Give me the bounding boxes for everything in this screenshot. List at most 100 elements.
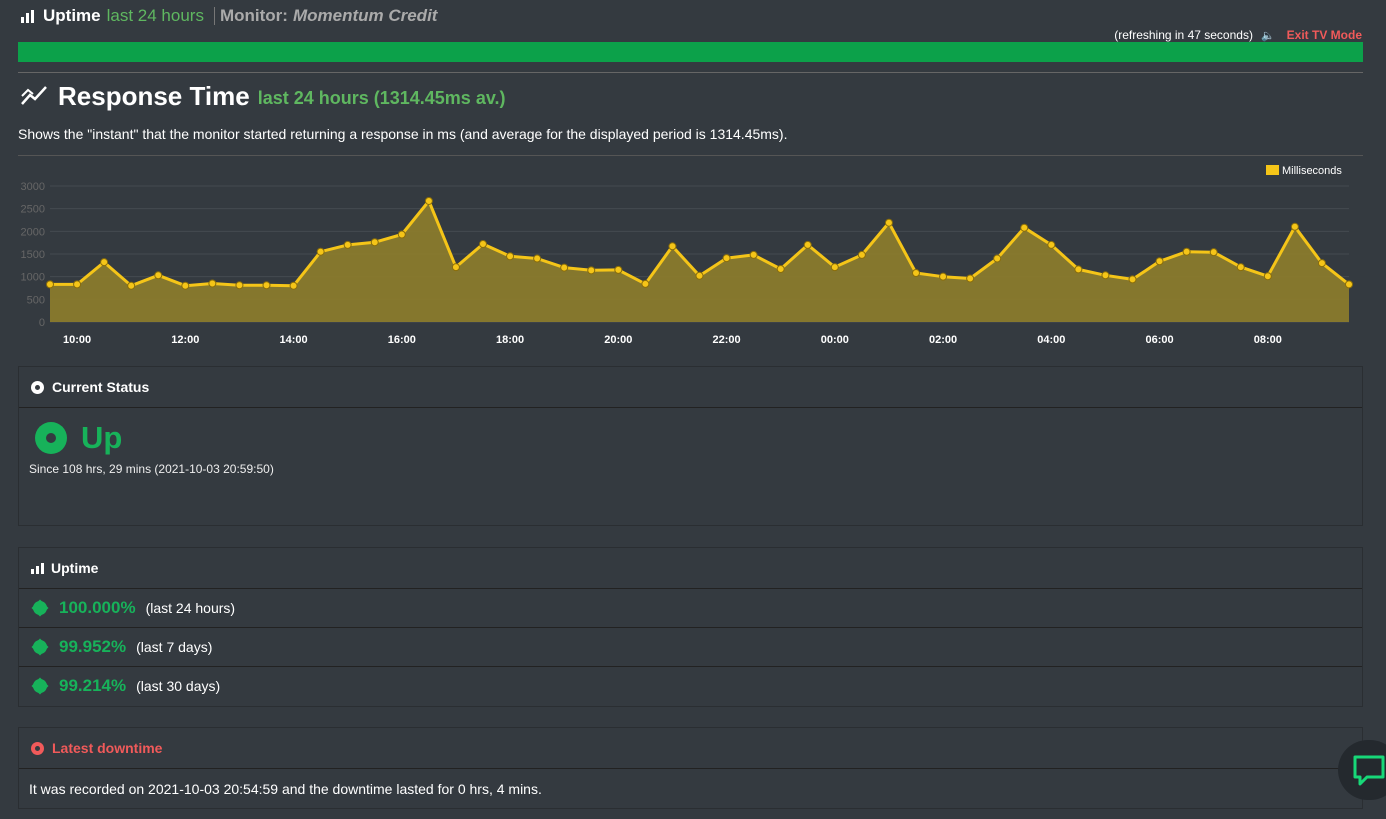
data-point — [1128, 275, 1137, 284]
data-point — [993, 254, 1002, 263]
data-point — [614, 265, 623, 274]
chat-bubble-icon — [1353, 755, 1385, 786]
response-time-title: Response Time — [58, 80, 250, 111]
data-point — [939, 272, 948, 281]
x-tick-label: 00:00 — [821, 334, 849, 346]
data-point — [695, 271, 704, 280]
legend-label: Milliseconds — [1282, 165, 1342, 177]
data-point — [235, 281, 244, 290]
data-point — [424, 196, 433, 205]
y-tick-label: 2000 — [21, 226, 45, 238]
data-point — [1101, 271, 1110, 280]
refresh-area: (refreshing in 47 seconds) 🔈 Exit TV Mod… — [1114, 28, 1362, 42]
x-tick-label: 12:00 — [171, 334, 199, 346]
x-tick-label: 18:00 — [496, 334, 524, 346]
data-point — [397, 230, 406, 239]
data-point — [1317, 259, 1326, 268]
data-point — [181, 281, 190, 290]
data-point — [668, 242, 677, 251]
data-point — [1182, 247, 1191, 256]
data-point — [289, 281, 298, 290]
uptime-period: (last 24 hours) — [145, 600, 236, 616]
x-tick-label: 06:00 — [1145, 334, 1173, 346]
speaker-icon[interactable]: 🔈 — [1261, 29, 1275, 42]
uptime-row: 99.952% (last 7 days) — [19, 628, 1362, 667]
data-point — [776, 264, 785, 273]
uptime-label: Uptime — [43, 6, 101, 25]
certificate-badge-icon — [33, 601, 47, 615]
data-point — [587, 266, 596, 275]
data-point — [1209, 248, 1218, 257]
status-state: Up — [81, 420, 123, 455]
uptime-percent: 99.214% — [59, 676, 127, 695]
data-point — [262, 281, 271, 290]
exit-tv-mode-link[interactable]: Exit TV Mode — [1287, 28, 1362, 42]
response-time-subtitle: last 24 hours (1314.45ms av.) — [257, 87, 506, 108]
certificate-badge-icon — [33, 679, 47, 693]
y-tick-label: 2500 — [21, 204, 45, 216]
y-tick-label: 0 — [39, 317, 45, 329]
data-point — [451, 263, 460, 272]
legend-swatch — [1266, 165, 1279, 175]
uptime-period: (last 7 days) — [136, 639, 213, 655]
response-time-description: Shows the "instant" that the monitor sta… — [18, 126, 788, 142]
bar-chart-icon — [21, 9, 34, 23]
x-tick-label: 16:00 — [388, 334, 416, 346]
latest-downtime-title: Latest downtime — [52, 740, 163, 756]
area-fill — [50, 201, 1349, 322]
separator — [213, 7, 215, 25]
current-status-panel: Current Status Up Since 108 hrs, 29 mins… — [18, 366, 1363, 526]
current-status-title: Current Status — [52, 379, 150, 395]
trend-line-icon — [21, 86, 47, 105]
data-point — [884, 218, 893, 227]
uptime-period: (last 30 days) — [136, 678, 221, 694]
data-point — [1290, 222, 1299, 231]
data-point — [316, 247, 325, 256]
uptime-percent: 100.000% — [59, 598, 136, 617]
monitor-label: Monitor: — [219, 6, 288, 25]
data-point — [1047, 240, 1056, 249]
data-point — [1020, 223, 1029, 232]
x-tick-label: 22:00 — [712, 334, 740, 346]
data-point — [208, 279, 217, 288]
certificate-badge-icon — [33, 640, 47, 654]
divider — [18, 155, 1363, 156]
data-point — [1074, 265, 1083, 274]
data-point — [641, 279, 650, 288]
uptime-row: 99.214% (last 30 days) — [19, 667, 1362, 705]
uptime-status-bar — [18, 42, 1363, 62]
divider — [18, 72, 1363, 73]
data-point — [73, 280, 82, 289]
panel-header: Latest downtime — [19, 728, 1362, 769]
panel-header: Uptime — [19, 548, 1362, 589]
data-point — [830, 263, 839, 272]
top-bar: Uptime last 24 hours Monitor: Momentum C… — [18, 4, 437, 28]
x-tick-label: 20:00 — [604, 334, 632, 346]
y-tick-label: 500 — [27, 294, 45, 306]
status-since: Since 108 hrs, 29 mins (2021-10-03 20:59… — [29, 462, 274, 476]
x-tick-label: 08:00 — [1254, 334, 1282, 346]
status-dot-icon — [31, 380, 44, 394]
data-point — [1236, 263, 1245, 272]
data-point — [857, 250, 866, 259]
downtime-text: It was recorded on 2021-10-03 20:54:59 a… — [29, 781, 542, 797]
data-point — [127, 281, 136, 290]
response-time-header: Response Time last 24 hours (1314.45ms a… — [20, 80, 506, 112]
data-point — [370, 238, 379, 247]
uptime-title: Uptime — [51, 560, 99, 576]
data-point — [1345, 280, 1353, 289]
panel-header: Current Status — [19, 367, 1362, 408]
monitor-name: Momentum Credit — [292, 6, 438, 25]
data-point — [100, 258, 109, 267]
data-point — [749, 250, 758, 259]
data-point — [912, 269, 920, 278]
alert-dot-icon — [31, 741, 44, 755]
x-tick-label: 14:00 — [279, 334, 307, 346]
data-point — [722, 254, 731, 263]
data-point — [803, 240, 812, 249]
data-point — [1263, 272, 1272, 281]
latest-downtime-panel: Latest downtime It was recorded on 2021-… — [18, 727, 1363, 809]
uptime-percent: 99.952% — [59, 637, 127, 656]
uptime-row: 100.000% (last 24 hours) — [19, 589, 1362, 628]
up-status-icon — [35, 422, 67, 454]
